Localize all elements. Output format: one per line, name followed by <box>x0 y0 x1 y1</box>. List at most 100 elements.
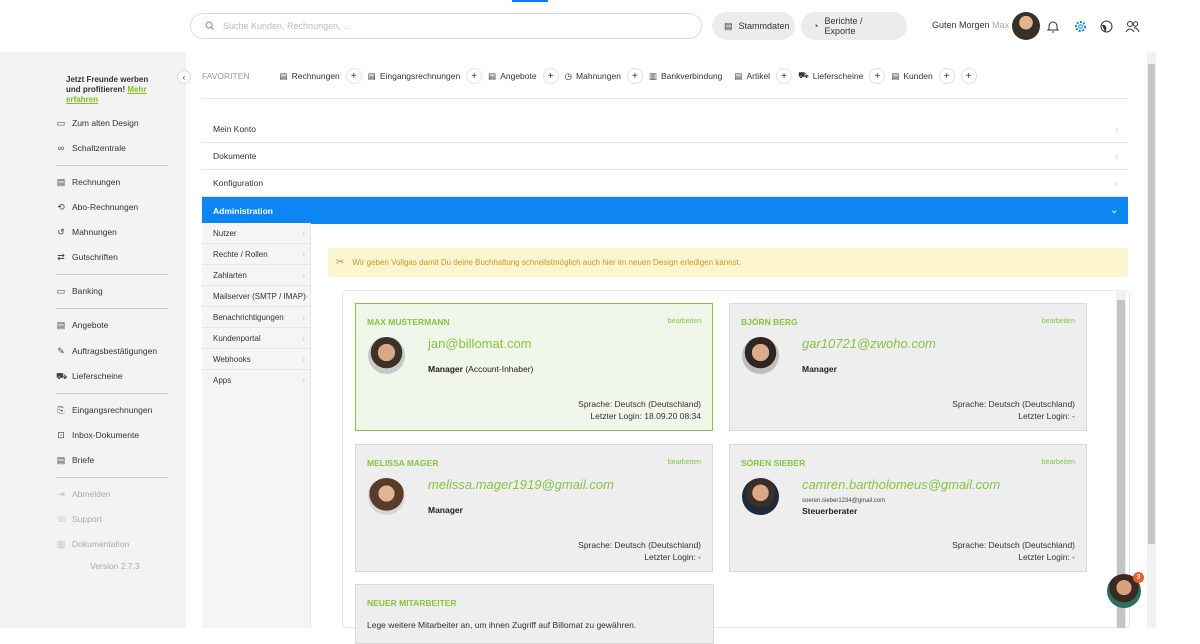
user-name: SÖREN SIEBER <box>741 458 806 468</box>
add-angebote-button[interactable]: + <box>542 68 559 84</box>
avatar <box>742 337 779 374</box>
search-box[interactable]: Suche Kunden, Rechnungen, ... <box>190 13 702 39</box>
sidebar-item-banking[interactable]: ▭ Banking <box>56 286 103 296</box>
user-meta: Sprache: Deutsch (Deutschland) Letzter Lo… <box>578 398 701 422</box>
add-rechnungen-button[interactable]: + <box>345 68 362 84</box>
sidebar-item-schaltzentrale[interactable]: ∞ Schaltzentrale <box>56 143 126 153</box>
sidebar-item-rechnungen[interactable]: ▤ Rechnungen <box>56 177 120 187</box>
sidebar-item-old-design[interactable]: ▭ Zum alten Design <box>56 118 139 128</box>
edit-link[interactable]: bearbeiten <box>668 318 701 325</box>
berichte-button[interactable]: ◔ Berichte / Exporte <box>801 12 907 40</box>
favorite-kunden[interactable]: ▤ Kunden <box>891 71 932 82</box>
user-avatar[interactable] <box>1012 12 1040 40</box>
divider <box>56 165 168 166</box>
submenu-label: Apps <box>213 376 232 385</box>
user-role: Manager (Account-Inhaber) <box>428 364 533 374</box>
user-card[interactable]: BJÖRN BERG bearbeiten gar10721@zwoho.com… <box>729 303 1087 431</box>
edit-link[interactable]: bearbeiten <box>668 459 701 466</box>
page-scrollbar-thumb[interactable] <box>1148 64 1155 544</box>
page-scrollbar[interactable] <box>1147 52 1156 628</box>
bell-icon[interactable] <box>1045 18 1061 34</box>
sidebar-item-abo-rechnungen[interactable]: ⟲ Abo-Rechnungen <box>56 202 138 212</box>
submenu-label: Webhooks <box>213 354 251 364</box>
card-icon: ▭ <box>56 286 66 296</box>
sidebar-item-angebote[interactable]: ▤ Angebote <box>56 320 109 330</box>
submenu-mailserver[interactable]: Mailserver (SMTP / IMAP) › <box>202 286 310 307</box>
swap-icon: ⇄ <box>57 252 65 262</box>
favorite-label: Kunden <box>903 71 933 81</box>
accordion-mein-konto[interactable]: Mein Konto › <box>202 116 1128 143</box>
sidebar-item-label: Angebote <box>72 320 109 330</box>
user-email: melissa.mager1919@gmail.com <box>428 477 614 492</box>
collapse-sidebar-button[interactable]: ‹ <box>177 70 191 84</box>
submenu-webhooks[interactable]: Webhooks › <box>202 349 310 370</box>
add-mahnungen-button[interactable]: + <box>626 68 643 84</box>
favorite-label: Lieferscheine <box>812 71 864 81</box>
sidebar-item-abmelden[interactable]: ⇥ Abmelden <box>56 489 110 499</box>
search-placeholder: Suche Kunden, Rechnungen, ... <box>223 21 351 31</box>
submenu-nutzer[interactable]: Nutzer › <box>202 223 310 244</box>
settings-icon[interactable] <box>1072 18 1088 34</box>
sidebar-item-label: Banking <box>72 286 103 296</box>
accordion-administration[interactable]: Administration ⌄ <box>202 197 1128 224</box>
favorite-rechnungen[interactable]: ▤ Rechnungen <box>280 71 340 82</box>
user-email: jan@billomat.com <box>428 336 532 351</box>
bank-icon: ▥ <box>648 70 657 81</box>
add-lieferscheine-button[interactable]: + <box>869 68 886 84</box>
favorite-angebote[interactable]: ▤ Angebote <box>488 71 536 82</box>
favorites-bar: FAVORITEN ▤ Rechnungen + ▤ Eingangsrechnung… <box>202 66 983 86</box>
user-email: camren.bartholomeus@gmail.com <box>802 477 1001 492</box>
favorite-lieferscheine[interactable]: ⛟ Lieferscheine <box>798 70 863 82</box>
sidebar-item-eingangsrechnungen[interactable]: ⎘ Eingangsrechnungen <box>56 405 152 415</box>
edit-icon: ✎ <box>57 346 65 356</box>
favorite-eingangsrechnungen[interactable]: ▤ Eingangsrechnungen <box>368 71 460 82</box>
favorite-bankverbindung[interactable]: ▥ Bankverbindung <box>649 71 722 82</box>
submenu-zahlarten[interactable]: Zahlarten › <box>202 265 310 286</box>
inbox-document-icon: ⎘ <box>57 405 65 415</box>
accordion-konfiguration[interactable]: Konfiguration › <box>202 170 1128 197</box>
sidebar-item-lieferscheine[interactable]: ⛟ Lieferscheine <box>56 371 123 381</box>
banner-text: Wir geben Vollgas damit Du deine Buchhal… <box>352 258 742 267</box>
submenu-benachrichtigungen[interactable]: Benachrichtigungen › <box>202 307 310 328</box>
sidebar-item-gutschriften[interactable]: ⇄ Gutschriften <box>56 252 118 262</box>
sidebar-item-auftragsbestaetigungen[interactable]: ✎ Auftragsbestätigungen <box>56 346 157 356</box>
sidebar-item-inbox-dokumente[interactable]: ⊡ Inbox-Dokumente <box>56 430 139 440</box>
user-last-login: Letzter Login: - <box>1018 411 1075 421</box>
sidebar-item-label: Dokumentation <box>72 539 130 549</box>
edit-link[interactable]: bearbeiten <box>1042 459 1075 466</box>
user-card[interactable]: MAX MUSTERMANN bearbeiten jan@billomat.c… <box>355 303 713 431</box>
add-favorite-button[interactable]: + <box>960 68 977 84</box>
greeting-text: Guten Morgen <box>932 20 990 30</box>
favorite-mahnungen[interactable]: ◷ Mahnungen <box>565 71 621 82</box>
new-employee-title: NEUER MITARBEITER <box>367 598 457 608</box>
sidebar-item-label: Abmelden <box>72 489 111 499</box>
add-eingangsrechnungen-button[interactable]: + <box>466 68 483 84</box>
new-employee-card[interactable]: NEUER MITARBEITER Lege weitere Mitarbeit… <box>355 584 714 644</box>
users-icon[interactable] <box>1124 18 1140 34</box>
submenu-label: Zahlarten <box>213 270 247 280</box>
support-icon: ☏ <box>56 514 68 524</box>
submenu-kundenportal[interactable]: Kundenportal › <box>202 328 310 349</box>
sidebar-item-briefe[interactable]: ▤ Briefe <box>56 455 94 465</box>
user-language: Sprache: Deutsch (Deutschland) <box>578 540 701 550</box>
sidebar-item-mahnungen[interactable]: ↺ Mahnungen <box>56 227 117 237</box>
stammdaten-button[interactable]: ▤ Stammdaten <box>712 12 795 40</box>
edit-link[interactable]: bearbeiten <box>1042 318 1075 325</box>
add-artikel-button[interactable]: + <box>776 68 793 84</box>
chat-avatar-button[interactable]: 3 <box>1107 572 1144 608</box>
divider <box>56 274 168 275</box>
top-indicator <box>512 0 548 2</box>
submenu-rechte-rollen[interactable]: Rechte / Rollen › <box>202 244 310 265</box>
document-icon: ▤ <box>56 320 66 330</box>
sidebar-item-support[interactable]: ☏ Support <box>56 514 102 524</box>
user-secondary-email: soeren.sieber1234@gmail.com <box>802 498 886 504</box>
chat-badge: 3 <box>1133 572 1144 583</box>
sidebar-item-dokumentation[interactable]: ▥ Dokumentation <box>56 539 129 549</box>
submenu-apps[interactable]: Apps › <box>202 370 310 391</box>
user-card[interactable]: MELISSA MAGER bearbeiten melissa.mager19… <box>355 444 713 572</box>
accordion-dokumente[interactable]: Dokumente › <box>202 143 1128 170</box>
add-kunden-button[interactable]: + <box>938 68 955 84</box>
globe-icon[interactable] <box>1098 18 1114 34</box>
favorite-artikel[interactable]: ▤ Artikel <box>734 71 770 82</box>
user-card[interactable]: SÖREN SIEBER bearbeiten camren.bartholom… <box>729 444 1087 572</box>
